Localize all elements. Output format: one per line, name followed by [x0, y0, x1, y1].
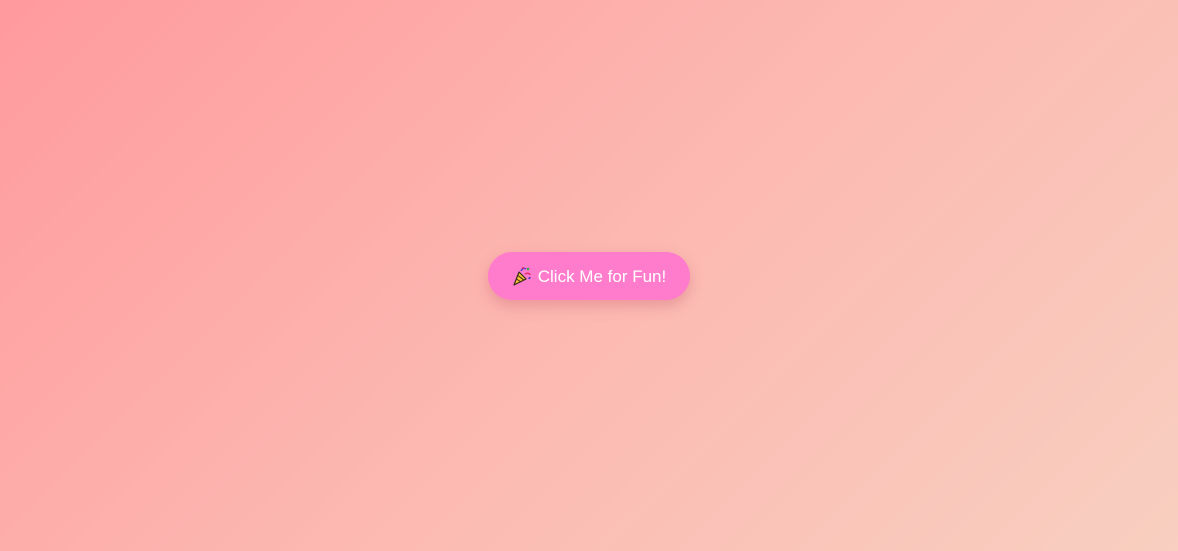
party-popper-icon — [512, 266, 532, 286]
fun-button-label: Click Me for Fun! — [537, 266, 667, 286]
page-background: Click Me for Fun! — [0, 0, 1178, 551]
fun-button[interactable]: Click Me for Fun! — [488, 252, 690, 300]
